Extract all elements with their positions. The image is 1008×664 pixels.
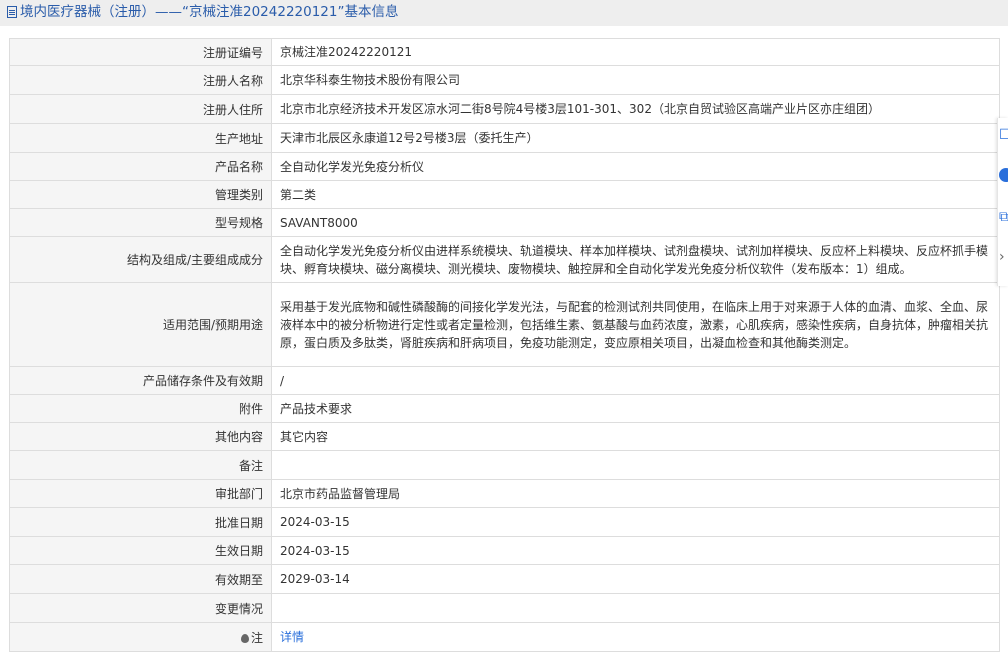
table-row: 结构及组成/主要组成成分 全自动化学发光免疫分析仪由进样系统模块、轨道模块、样本加… xyxy=(9,236,1000,283)
row-label: 有效期至 xyxy=(9,564,272,594)
row-label: 注册人名称 xyxy=(9,65,272,95)
row-label: 变更情况 xyxy=(9,593,272,623)
detail-link[interactable]: 详情 xyxy=(280,630,304,644)
row-value: 第二类 xyxy=(271,180,1000,209)
row-label: 产品储存条件及有效期 xyxy=(9,366,272,395)
table-row-note: 注 详情 xyxy=(9,622,1000,652)
row-value: 全自动化学发光免疫分析仪由进样系统模块、轨道模块、样本加样模块、试剂盘模块、试剂… xyxy=(271,236,1000,283)
table-row: 注册证编号 京械注准20242220121 xyxy=(9,38,1000,66)
row-value: SAVANT8000 xyxy=(271,208,1000,237)
table-row: 有效期至 2029-03-14 xyxy=(9,564,1000,594)
row-label: 生产地址 xyxy=(9,123,272,153)
question-icon[interactable] xyxy=(999,168,1008,185)
row-value: 2024-03-15 xyxy=(271,536,1000,565)
info-table: 注册证编号 京械注准20242220121 注册人名称 北京华科泰生物技术股份有限公司… xyxy=(9,38,1000,652)
table-row: 产品名称 全自动化学发光免疫分析仪 xyxy=(9,152,1000,181)
table-row: 备注 xyxy=(9,450,1000,480)
row-label: 产品名称 xyxy=(9,152,272,181)
row-label: 审批部门 xyxy=(9,479,272,508)
row-value: 产品技术要求 xyxy=(271,394,1000,423)
table-row: 注册人住所 北京市北京经济技术开发区凉水河二街8号院4号楼3层101-301、30… xyxy=(9,94,1000,124)
side-toolbar: ☐ ⧉ › xyxy=(997,118,1008,286)
table-row: 附件 产品技术要求 xyxy=(9,394,1000,423)
row-label: 管理类别 xyxy=(9,180,272,209)
table-row: 其他内容 其它内容 xyxy=(9,422,1000,451)
note-label-cell: 注 xyxy=(9,622,272,652)
row-label: 注册人住所 xyxy=(9,94,272,124)
row-value: 采用基于发光底物和碱性磷酸酶的间接化学发光法，与配套的检测试剂共同使用，在临床上… xyxy=(271,282,1000,367)
row-value: 北京市北京经济技术开发区凉水河二街8号院4号楼3层101-301、302（北京自… xyxy=(271,94,1000,124)
copy-icon[interactable]: ⧉ xyxy=(999,210,1008,224)
table-row: 适用范围/预期用途 采用基于发光底物和碱性磷酸酶的间接化学发光法，与配套的检测试剂… xyxy=(9,282,1000,367)
row-value xyxy=(271,593,1000,623)
document-icon[interactable]: ☐ xyxy=(999,128,1008,142)
row-value: 北京华科泰生物技术股份有限公司 xyxy=(271,65,1000,95)
table-row: 管理类别 第二类 xyxy=(9,180,1000,209)
row-label: 型号规格 xyxy=(9,208,272,237)
note-value-cell: 详情 xyxy=(271,622,1000,652)
lightbulb-icon xyxy=(240,633,249,643)
row-label: 备注 xyxy=(9,450,272,480)
row-value: 京械注准20242220121 xyxy=(271,38,1000,66)
row-value: 天津市北辰区永康道12号2号楼3层（委托生产） xyxy=(271,123,1000,153)
row-value: 2029-03-14 xyxy=(271,564,1000,594)
note-label: 注 xyxy=(250,630,263,645)
chevron-right-icon[interactable]: › xyxy=(999,250,1008,264)
row-value: 其它内容 xyxy=(271,422,1000,451)
page-title: 境内医疗器械（注册）——“京械注准20242220121”基本信息 xyxy=(20,4,399,20)
row-value: 2024-03-15 xyxy=(271,507,1000,537)
row-value xyxy=(271,450,1000,480)
row-label: 结构及组成/主要组成成分 xyxy=(9,236,272,283)
row-label: 附件 xyxy=(9,394,272,423)
row-label: 批准日期 xyxy=(9,507,272,537)
table-row: 产品储存条件及有效期 / xyxy=(9,366,1000,395)
table-row: 变更情况 xyxy=(9,593,1000,623)
table-row: 型号规格 SAVANT8000 xyxy=(9,208,1000,237)
row-value: 全自动化学发光免疫分析仪 xyxy=(271,152,1000,181)
document-icon xyxy=(7,6,17,18)
table-row: 生效日期 2024-03-15 xyxy=(9,536,1000,565)
table-row: 审批部门 北京市药品监督管理局 xyxy=(9,479,1000,508)
table-row: 注册人名称 北京华科泰生物技术股份有限公司 xyxy=(9,65,1000,95)
table-row: 批准日期 2024-03-15 xyxy=(9,507,1000,537)
row-value: / xyxy=(271,366,1000,395)
row-label: 其他内容 xyxy=(9,422,272,451)
page-title-bar: 境内医疗器械（注册）——“京械注准20242220121”基本信息 xyxy=(0,0,1008,26)
row-value: 北京市药品监督管理局 xyxy=(271,479,1000,508)
table-row: 生产地址 天津市北辰区永康道12号2号楼3层（委托生产） xyxy=(9,123,1000,153)
row-label: 生效日期 xyxy=(9,536,272,565)
row-label: 适用范围/预期用途 xyxy=(9,282,272,367)
row-label: 注册证编号 xyxy=(9,38,272,66)
